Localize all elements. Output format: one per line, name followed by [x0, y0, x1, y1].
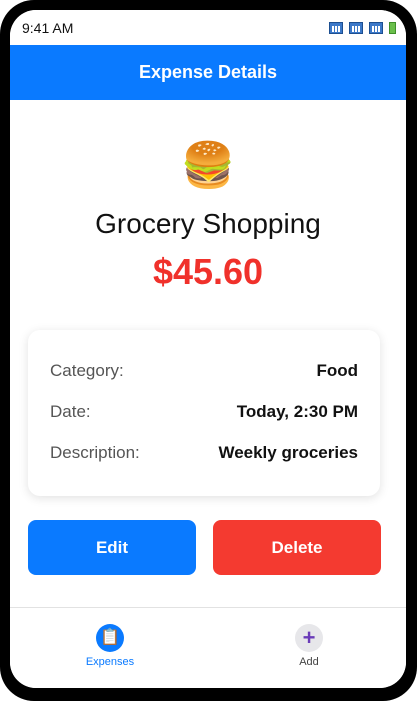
tab-expenses[interactable]: 📋 Expenses: [70, 624, 150, 668]
phone-screen: 9:41 AM Expense Details 🍔 Grocery Shoppi…: [10, 10, 406, 688]
expense-title: Grocery Shopping: [95, 208, 321, 239]
detail-value: Today, 2:30 PM: [236, 401, 358, 421]
hamburger-icon: 🍔: [180, 141, 236, 190]
detail-row-description: Description: Weekly groceries: [50, 432, 358, 473]
signal-icon: [369, 22, 383, 34]
tab-add[interactable]: + Add: [269, 624, 349, 668]
app-header: Expense Details: [10, 45, 406, 100]
delete-button[interactable]: Delete: [213, 520, 381, 575]
detail-row-category: Category: Food: [50, 350, 358, 391]
page-title: Expense Details: [138, 62, 278, 82]
detail-label: Date:: [50, 401, 91, 421]
detail-value: Weekly groceries: [218, 442, 358, 462]
status-bar: 9:41 AM: [10, 10, 406, 45]
tab-bar: 📋 Expenses + Add: [10, 607, 406, 688]
phone-frame: 9:41 AM Expense Details 🍔 Grocery Shoppi…: [0, 0, 417, 701]
detail-row-date: Date: Today, 2:30 PM: [50, 391, 358, 432]
plus-icon: +: [295, 624, 323, 652]
expense-amount: $45.60: [152, 251, 264, 292]
signal-icon: [349, 22, 363, 34]
signal-icon: [329, 22, 343, 34]
status-time: 9:41 AM: [22, 20, 74, 36]
status-icons: [329, 22, 396, 34]
detail-label: Category:: [50, 360, 124, 380]
detail-value: Food: [316, 360, 358, 380]
detail-label: Description:: [50, 442, 140, 462]
details-card: Category: Food Date: Today, 2:30 PM Desc…: [28, 330, 380, 496]
clipboard-icon: 📋: [96, 624, 124, 652]
battery-icon: [389, 22, 396, 34]
tab-label: Expenses: [85, 656, 135, 668]
edit-button[interactable]: Edit: [28, 520, 196, 575]
tab-label: Add: [299, 656, 319, 668]
